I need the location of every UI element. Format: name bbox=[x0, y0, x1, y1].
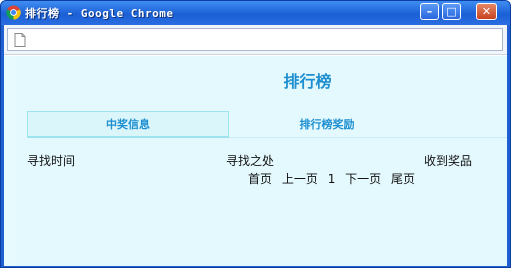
minimize-button[interactable]: – bbox=[420, 3, 439, 20]
page-viewport: 排行榜 中奖信息 排行榜奖励 寻找时间 寻找之处 收到奖品 首页 上一页 1 下… bbox=[4, 56, 507, 266]
page-title: 排行榜 bbox=[283, 72, 332, 91]
window-title: 排行榜 - Google Chrome bbox=[25, 7, 174, 20]
column-header-place: 寻找之处 bbox=[226, 154, 275, 168]
column-header-prize: 收到奖品 bbox=[424, 154, 473, 168]
current-page-number: 1 bbox=[327, 172, 336, 186]
chrome-icon bbox=[6, 5, 21, 20]
next-page-link[interactable]: 下一页 bbox=[345, 172, 381, 186]
title-bar[interactable]: 排行榜 - Google Chrome – □ ✕ bbox=[1, 1, 510, 25]
first-page-link[interactable]: 首页 bbox=[248, 172, 272, 186]
prev-page-link[interactable]: 上一页 bbox=[282, 172, 318, 186]
pagination: 首页 上一页 1 下一页 尾页 bbox=[248, 170, 415, 187]
maximize-button[interactable]: □ bbox=[442, 3, 461, 20]
last-page-link[interactable]: 尾页 bbox=[391, 172, 415, 186]
column-header-time: 寻找时间 bbox=[27, 154, 76, 168]
close-button[interactable]: ✕ bbox=[476, 3, 497, 20]
browser-client-area: 排行榜 中奖信息 排行榜奖励 寻找时间 寻找之处 收到奖品 首页 上一页 1 下… bbox=[4, 25, 507, 266]
blank-page-icon bbox=[14, 33, 26, 47]
tab-divider bbox=[425, 137, 507, 138]
tab-bar: 中奖信息 排行榜奖励 bbox=[27, 111, 507, 138]
tab-leaderboard-rewards[interactable]: 排行榜奖励 bbox=[229, 111, 425, 138]
browser-window: 排行榜 - Google Chrome – □ ✕ 排行榜 中奖信息 排行榜奖励 bbox=[0, 0, 511, 268]
url-field[interactable] bbox=[7, 28, 503, 51]
tab-winning-info[interactable]: 中奖信息 bbox=[27, 111, 229, 138]
address-bar bbox=[4, 25, 507, 55]
leaderboard-panel: 排行榜 中奖信息 排行榜奖励 寻找时间 寻找之处 收到奖品 首页 上一页 1 下… bbox=[16, 56, 507, 266]
